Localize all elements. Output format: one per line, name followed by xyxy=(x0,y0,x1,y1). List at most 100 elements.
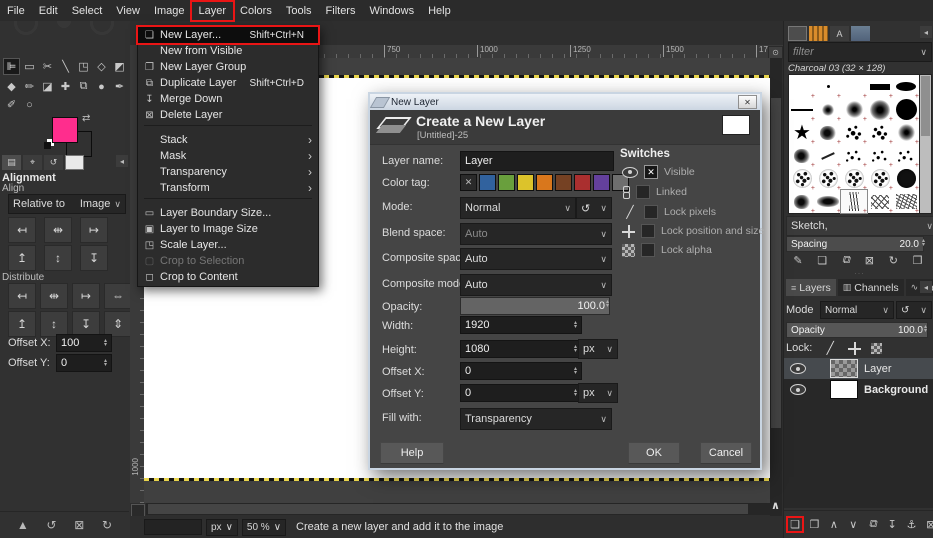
brush-thumbnail[interactable] xyxy=(815,121,841,144)
opacity-spinner[interactable] xyxy=(606,300,609,308)
duplicate-brush-icon[interactable]: ⧉ xyxy=(842,254,850,267)
linked-checkbox[interactable] xyxy=(636,185,650,199)
menu-item[interactable]: ⧉ Duplicate Layer Shift+Ctrl+D xyxy=(138,75,318,91)
brush-filter-input[interactable]: filter ∨ xyxy=(788,42,932,62)
smudge-tool-icon[interactable]: ● xyxy=(94,79,109,94)
color-tag-swatch[interactable] xyxy=(498,174,515,191)
composite-space-dropdown[interactable]: Auto ∨ xyxy=(460,248,612,270)
heal-tool-icon[interactable]: ✚ xyxy=(58,79,73,94)
fill-with-dropdown[interactable]: Transparency ∨ xyxy=(460,408,612,430)
scroll-up-icon[interactable]: ∧ xyxy=(769,497,782,513)
dock-tab[interactable]: ▥ Channels xyxy=(837,279,904,296)
lock-position-checkbox[interactable] xyxy=(641,224,655,238)
brush-thumbnail[interactable] xyxy=(867,98,893,121)
scissors-select-tool-icon[interactable]: ✂ xyxy=(40,59,55,74)
color-tag-swatch[interactable] xyxy=(536,174,553,191)
align-top-icon[interactable]: ↥ xyxy=(8,245,36,271)
lock-position-icon[interactable] xyxy=(848,341,862,355)
ink-tool-icon[interactable]: ✒ xyxy=(112,79,127,94)
mode-reset-button[interactable]: ↺ ∨ xyxy=(896,301,932,319)
menu-item[interactable]: ❏ New Layer... Shift+Ctrl+N xyxy=(136,25,320,45)
menu-item[interactable]: Transparency › xyxy=(138,164,318,180)
menu-item[interactable]: Windows xyxy=(362,2,421,20)
mode-dropdown[interactable]: Normal ∨ xyxy=(460,197,576,219)
dock-resize-handle[interactable]: · · · xyxy=(784,271,933,277)
new-brush-icon[interactable]: ❏ xyxy=(817,254,827,267)
align-middle-icon[interactable]: ↕ xyxy=(44,245,72,271)
brush-thumbnail[interactable] xyxy=(789,167,815,190)
align-bottom-icon[interactable]: ↧ xyxy=(80,245,108,271)
dock-tab[interactable]: ≡ Layers xyxy=(786,279,836,296)
distribute-left-icon[interactable]: ↤ xyxy=(8,283,36,309)
brushes-tab-icon[interactable] xyxy=(788,26,807,41)
spacing-slider[interactable]: Spacing 20.0 xyxy=(786,236,924,252)
color-picker-tool-icon[interactable]: ✐ xyxy=(4,97,19,112)
menu-item[interactable] xyxy=(144,125,312,130)
lock-pixels-icon[interactable]: ╱ xyxy=(822,341,838,355)
brush-thumbnail[interactable] xyxy=(815,75,841,98)
menu-item[interactable]: ◳ Scale Layer... xyxy=(138,237,318,253)
brush-thumbnail[interactable] xyxy=(893,190,919,213)
brush-select-dropdown[interactable]: Sketch, ∨ xyxy=(786,216,933,236)
color-tag-swatch[interactable] xyxy=(574,174,591,191)
scrollbar-thumb[interactable] xyxy=(921,76,930,136)
dock-menu-icon[interactable]: ◂ xyxy=(116,155,128,167)
menu-item[interactable]: Edit xyxy=(32,2,65,20)
color-swatch-tab-icon[interactable] xyxy=(65,155,84,170)
flip-tool-icon[interactable]: ◩ xyxy=(112,59,127,74)
zoom-dropdown[interactable]: 50 % ∨ xyxy=(241,518,287,536)
brush-thumbnail[interactable] xyxy=(867,190,893,213)
menu-item[interactable]: Colors xyxy=(233,2,279,20)
distribute-center-horizontal-icon[interactable]: ⇹ xyxy=(40,283,68,309)
brush-thumbnail[interactable] xyxy=(841,144,867,167)
brush-thumbnail[interactable] xyxy=(841,167,867,190)
brush-thumbnail[interactable] xyxy=(840,189,868,214)
tool-options-tab-icon[interactable]: ▤ xyxy=(2,155,21,170)
brush-thumbnail[interactable] xyxy=(893,98,919,121)
clone-tool-icon[interactable]: ⧉ xyxy=(76,79,91,94)
redo-history-icon[interactable]: ↻ xyxy=(102,518,112,532)
raise-item-icon[interactable]: ▲ xyxy=(17,518,29,532)
new-layer-group-icon[interactable]: ❐ xyxy=(807,518,821,531)
opacity-slider[interactable]: 100.0 xyxy=(460,297,610,315)
duplicate-layer-icon[interactable]: ⧉ xyxy=(866,518,880,531)
brush-thumbnail[interactable] xyxy=(815,190,841,213)
distribute-right-icon[interactable]: ↦ xyxy=(72,283,100,309)
open-brush-as-image-icon[interactable]: ❒ xyxy=(913,254,923,267)
refresh-brushes-icon[interactable]: ↻ xyxy=(889,254,898,267)
menu-item[interactable]: Mask › xyxy=(138,148,318,164)
layer-row[interactable]: Background xyxy=(784,379,933,400)
document-history-tab-icon[interactable] xyxy=(851,26,870,41)
scrollbar-thumb[interactable] xyxy=(148,504,748,514)
align-center-horizontal-icon[interactable]: ⇹ xyxy=(44,217,72,243)
layer-opacity-slider[interactable]: Opacity 100.0 xyxy=(786,322,928,338)
brush-thumbnail[interactable] xyxy=(841,121,867,144)
layer-thumbnail[interactable] xyxy=(830,359,858,378)
offset-x-input[interactable]: 0 xyxy=(460,362,582,380)
undo-history-icon[interactable]: ↺ xyxy=(46,518,56,532)
layer-name-input[interactable]: Layer xyxy=(460,151,614,171)
offset-y-input[interactable]: 0 xyxy=(460,384,582,402)
lock-pixels-checkbox[interactable] xyxy=(644,205,658,219)
menu-item[interactable]: ◻ Crop to Content xyxy=(138,269,318,285)
menu-item[interactable]: ❐ New Layer Group xyxy=(138,59,318,75)
zoom-tool-icon[interactable]: ○ xyxy=(22,97,37,112)
offset-x-input[interactable]: 100 xyxy=(56,334,112,352)
lock-alpha-checkbox[interactable] xyxy=(641,243,655,257)
brush-thumbnail[interactable] xyxy=(893,75,919,98)
eye-icon[interactable] xyxy=(790,384,806,395)
menu-item[interactable]: ▭ Layer Boundary Size... xyxy=(138,205,318,221)
color-tag-swatch[interactable] xyxy=(593,174,610,191)
help-button[interactable]: Help xyxy=(380,442,444,464)
unit-dropdown[interactable]: px ∨ xyxy=(206,518,238,536)
menu-item[interactable]: Filters xyxy=(319,2,363,20)
raise-layer-icon[interactable]: ∧ xyxy=(827,518,841,531)
mode-reset-button[interactable]: ↺ ∨ xyxy=(576,197,612,219)
menu-item[interactable] xyxy=(144,198,312,203)
menu-item[interactable]: File xyxy=(0,2,32,20)
merge-down-icon[interactable]: ↧ xyxy=(885,518,899,531)
color-tag-swatch[interactable] xyxy=(555,174,572,191)
brush-thumbnail[interactable] xyxy=(815,144,841,167)
menu-item[interactable]: ⊠ Delete Layer xyxy=(138,107,318,123)
align-right-icon[interactable]: ↦ xyxy=(80,217,108,243)
